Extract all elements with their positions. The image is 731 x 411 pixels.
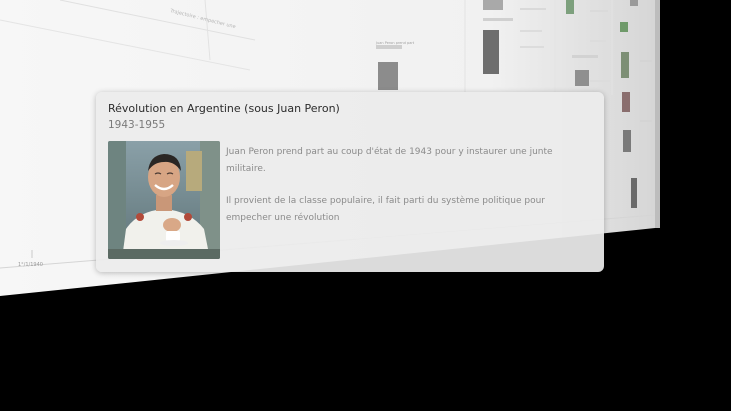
event-detail-card[interactable]: Révolution en Argentine (sous Juan Peron… (96, 92, 604, 272)
event-photo (108, 141, 220, 259)
event-title: Révolution en Argentine (sous Juan Peron… (108, 102, 340, 115)
timeline-sheet-edge (655, 0, 660, 228)
timeline-event-thumb[interactable] (575, 70, 589, 86)
timeline-axis-tick-label: 1°/1/1940 (18, 262, 43, 268)
event-description-paragraph: Il provient de la classe populaire, il f… (226, 196, 545, 223)
timeline-event-thumb[interactable] (483, 30, 499, 74)
timeline-event-thumb[interactable] (622, 92, 630, 112)
timeline-event-thumb[interactable] (566, 0, 574, 14)
timeline-event-thumb[interactable] (631, 178, 637, 208)
event-description-paragraph: Juan Peron prend part au coup d'état de … (226, 147, 553, 174)
timeline-event-thumb-title: Juan Peron prend part (375, 41, 415, 45)
timeline-event-thumb[interactable] (623, 130, 631, 152)
event-dates: 1943-1955 (108, 119, 166, 131)
event-description: Juan Peron prend part au coup d'état de … (226, 144, 592, 227)
timeline-event-thumb[interactable] (621, 52, 629, 78)
timeline-event-thumb[interactable] (378, 62, 398, 90)
